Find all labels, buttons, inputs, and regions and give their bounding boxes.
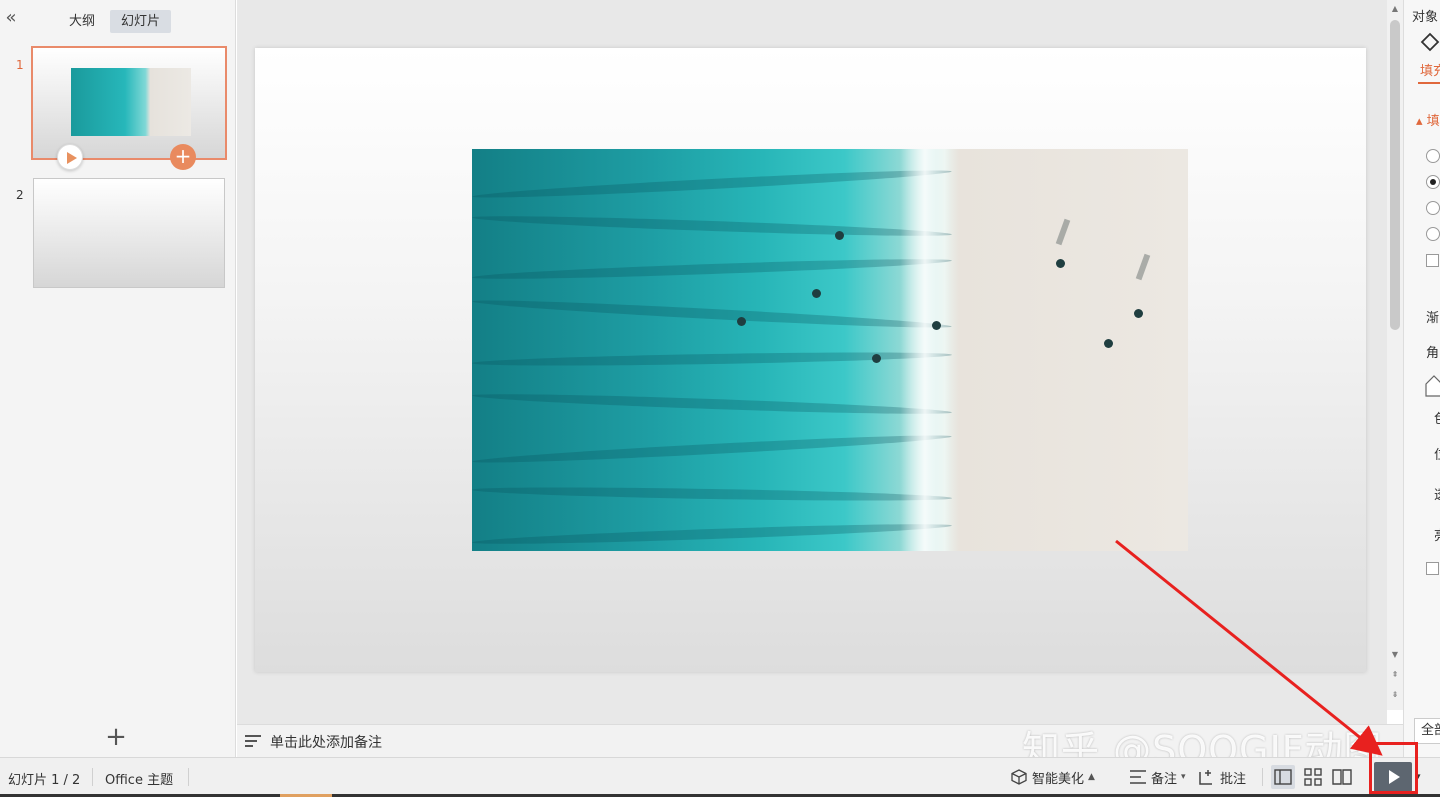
next-slide-icon[interactable]: ⇟	[1390, 690, 1400, 700]
fill-option-radio[interactable]	[1426, 201, 1440, 215]
caret-down-icon: ▾	[1181, 772, 1186, 782]
vertical-scrollbar[interactable]: ▲ ▼ ⇞ ⇟	[1387, 0, 1403, 710]
slide-editor	[237, 0, 1387, 724]
slide-number: 1	[16, 58, 24, 72]
highlight-box	[1369, 742, 1418, 794]
comment-add-icon	[1199, 770, 1212, 785]
normal-view-icon	[1274, 769, 1292, 785]
transparency-label: 透	[1434, 484, 1440, 503]
normal-view-button[interactable]	[1271, 765, 1295, 789]
notes-label: 备注	[1151, 771, 1178, 787]
presentation-app: « 大纲 幻灯片 1 + 2 + ▲ ▼ ⇞ ⇟ 对象 填 ▴ 填 渐 角 全 …	[0, 0, 1440, 797]
tab-fill[interactable]: 填充	[1420, 60, 1440, 79]
status-bar: 幻灯片 1 / 2 Office 主题 智能美化 ▲ 备注 ▾ 批注 ▾	[0, 757, 1440, 797]
tab-outline[interactable]: 大纲	[58, 10, 106, 33]
slide-counter: 幻灯片 1 / 2	[8, 773, 81, 788]
fill-bucket-icon[interactable]	[1418, 30, 1440, 54]
section-label: 填	[1426, 114, 1440, 129]
book-icon	[1332, 769, 1352, 785]
prev-slide-icon[interactable]: ⇞	[1390, 670, 1400, 680]
tab-underline	[1418, 82, 1440, 84]
panel-title: 对象	[1412, 10, 1439, 25]
property-panel: 对象 填充 ▴ 填 渐 角 色 位 透 亮 全部	[1403, 0, 1440, 757]
slide-sorter-view-button[interactable]	[1301, 765, 1325, 789]
position-label: 位	[1434, 444, 1440, 463]
add-slide-after-icon[interactable]: +	[170, 144, 196, 170]
notes-toggle-button[interactable]: 备注 ▾	[1129, 766, 1186, 788]
slide-thumbnail-1[interactable]: +	[31, 46, 227, 170]
panel-tabs: 大纲 幻灯片	[58, 10, 172, 34]
thumbnail-beach-image	[71, 68, 191, 136]
theme-name[interactable]: Office 主题	[105, 769, 173, 788]
reading-view-button[interactable]	[1330, 765, 1354, 789]
tab-slides[interactable]: 幻灯片	[110, 10, 172, 33]
notes-placeholder[interactable]: 单击此处添加备注	[270, 732, 382, 752]
fill-section-header[interactable]: ▴ 填	[1416, 110, 1440, 129]
cube-icon	[1011, 769, 1027, 785]
slide-canvas[interactable]	[255, 48, 1366, 672]
notes-icon	[245, 733, 263, 749]
comments-button[interactable]: 批注	[1198, 766, 1246, 788]
angle-label: 角	[1426, 346, 1440, 361]
slide-thumbnail-2[interactable]	[33, 178, 225, 288]
comments-label: 批注	[1220, 771, 1247, 787]
fill-option-radio[interactable]	[1426, 149, 1440, 163]
scroll-down-icon[interactable]: ▼	[1390, 650, 1400, 660]
fill-checkbox[interactable]	[1426, 254, 1439, 267]
add-slide-button[interactable]: +	[104, 724, 128, 752]
play-from-slide-icon[interactable]	[57, 144, 83, 170]
slide-number: 2	[16, 188, 24, 202]
gradient-label: 渐	[1426, 311, 1440, 326]
beach-aerial-image[interactable]	[472, 149, 1188, 551]
scroll-up-icon[interactable]: ▲	[1390, 4, 1400, 14]
fill-option-radio[interactable]	[1426, 227, 1440, 241]
brightness-label: 亮	[1434, 525, 1440, 544]
slide-panel: « 大纲 幻灯片 1 + 2 +	[0, 0, 236, 757]
smart-beautify-button[interactable]: 智能美化 ▲	[1010, 766, 1095, 788]
gradient-stop-icon[interactable]	[1424, 374, 1440, 398]
notes-bar[interactable]: 单击此处添加备注 知乎 @SOOGIF动图	[237, 724, 1403, 772]
option-checkbox[interactable]	[1426, 562, 1439, 575]
apply-all-button[interactable]: 全部	[1414, 718, 1440, 744]
notes-lines-icon	[1130, 770, 1146, 784]
caret-up-icon: ▲	[1088, 772, 1095, 782]
grid-view-icon	[1304, 768, 1322, 786]
color-label: 色	[1434, 408, 1440, 427]
collapse-panel-icon[interactable]: «	[2, 8, 20, 30]
scrollbar-thumb[interactable]	[1390, 20, 1400, 330]
fill-option-radio-selected[interactable]	[1426, 175, 1440, 189]
smart-beautify-label: 智能美化	[1032, 771, 1085, 787]
